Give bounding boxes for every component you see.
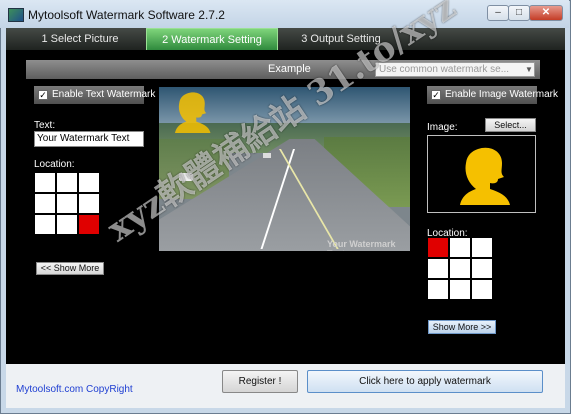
example-label: Example	[268, 63, 311, 75]
copyright-link[interactable]: Mytoolsoft.com CopyRight	[16, 384, 133, 395]
text-location-cell-7[interactable]	[35, 215, 55, 234]
tab-select-picture[interactable]: 1 Select Picture	[10, 28, 150, 50]
image-location-cell-3[interactable]	[472, 238, 492, 257]
text-location-cell-2[interactable]	[57, 173, 77, 192]
image-location-cell-9[interactable]	[472, 280, 492, 299]
image-location-cell-7[interactable]	[428, 280, 448, 299]
preview-text-watermark: Your Watermark Text	[327, 239, 396, 251]
enable-text-watermark-label: Enable Text Watermark	[52, 89, 156, 100]
image-location-cell-2[interactable]	[450, 238, 470, 257]
enable-image-watermark-label: Enable Image Watermark	[445, 89, 559, 100]
apply-watermark-button[interactable]: Click here to apply watermark	[307, 370, 543, 393]
maximize-button[interactable]: □	[508, 5, 530, 21]
text-location-cell-6[interactable]	[79, 194, 99, 213]
app-icon	[8, 8, 24, 22]
text-location-cell-9[interactable]	[79, 215, 99, 234]
show-more-right-button[interactable]: Show More >>	[428, 320, 496, 334]
text-location-cell-4[interactable]	[35, 194, 55, 213]
image-location-cell-4[interactable]	[428, 259, 448, 278]
text-location-cell-8[interactable]	[57, 215, 77, 234]
image-location-cell-6[interactable]	[472, 259, 492, 278]
tab-watermark-setting[interactable]: 2 Watermark Setting	[146, 28, 278, 50]
close-button[interactable]: ✕	[529, 5, 563, 21]
select-image-button[interactable]: Select...	[485, 118, 536, 132]
preview-car	[179, 173, 193, 181]
image-location-cell-5[interactable]	[450, 259, 470, 278]
register-button[interactable]: Register !	[222, 370, 298, 393]
text-label: Text:	[34, 120, 56, 131]
enable-image-watermark-checkbox[interactable]: ✓	[431, 90, 441, 100]
silhouette-head-icon	[460, 147, 510, 205]
example-select[interactable]: Use common watermark se...	[375, 62, 535, 77]
text-location-cell-5[interactable]	[57, 194, 77, 213]
image-location-cell-1[interactable]	[428, 238, 448, 257]
image-location-cell-8[interactable]	[450, 280, 470, 299]
chevron-down-icon[interactable]: ▼	[523, 62, 535, 77]
minimize-button[interactable]: –	[487, 5, 509, 21]
show-more-left-button[interactable]: << Show More	[36, 262, 104, 275]
preview-image: Your Watermark Text	[159, 87, 410, 251]
text-location-label: Location:	[34, 159, 75, 170]
text-location-cell-3[interactable]	[79, 173, 99, 192]
image-label: Image:	[427, 122, 458, 133]
enable-text-watermark-checkbox[interactable]: ✓	[38, 90, 48, 100]
text-location-cell-1[interactable]	[35, 173, 55, 192]
window-title: Mytoolsoft Watermark Software 2.7.2	[28, 8, 225, 22]
preview-car	[263, 153, 271, 158]
preview-image-watermark	[174, 92, 211, 133]
tab-output-setting[interactable]: 3 Output Setting	[278, 28, 404, 50]
watermark-text-input[interactable]: Your Watermark Text	[34, 131, 144, 147]
